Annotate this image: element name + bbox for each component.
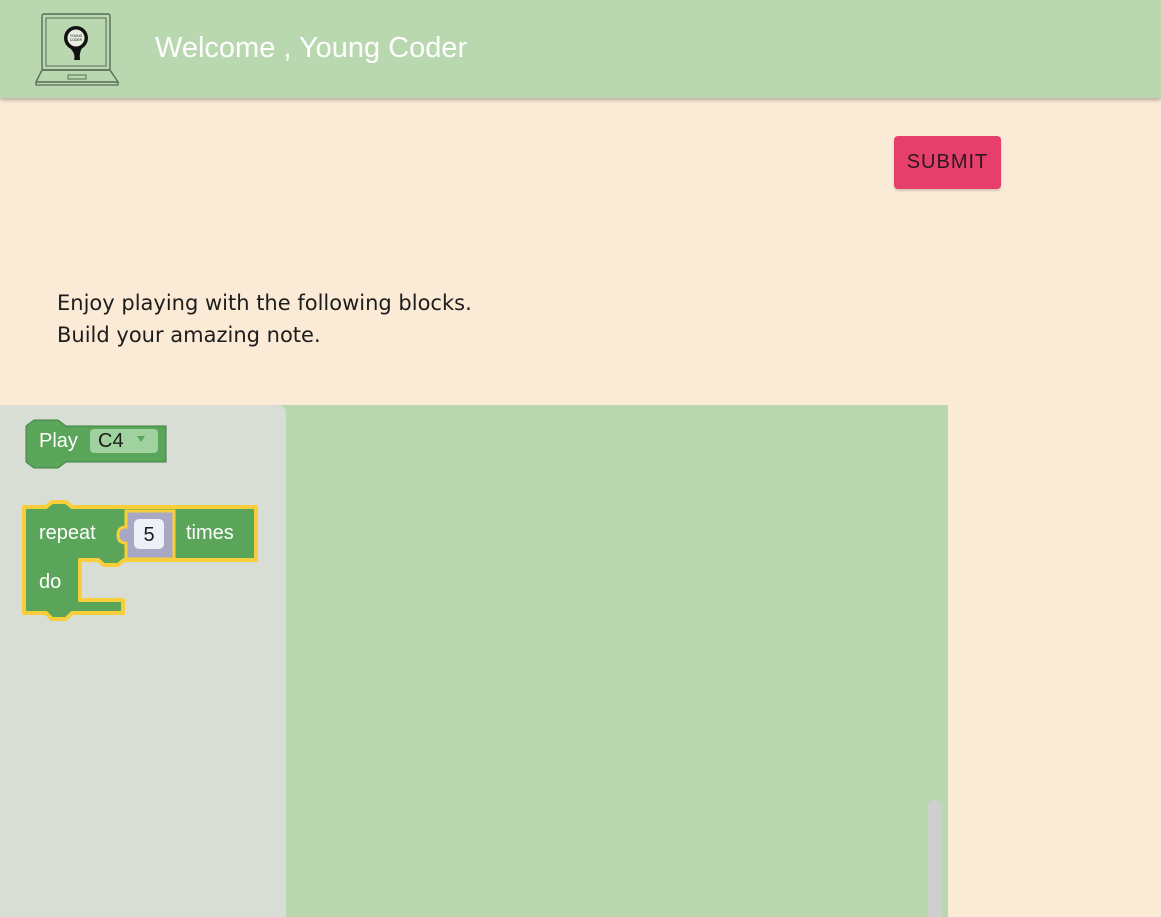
play-block-label: Play [39,430,78,452]
submit-button[interactable]: SUBMIT [894,136,1001,189]
do-label: do [39,571,61,593]
repeat-block-label: repeat [39,522,96,544]
times-label: times [186,522,234,544]
block-toolbox: Play C4 repeat 5 times do [0,405,286,917]
app-header: YOUNG CODER Welcome , Young Coder [0,0,1161,98]
repeat-count-input[interactable]: 5 [116,509,176,561]
workspace-scrollbar[interactable] [928,800,942,917]
repeat-block[interactable]: repeat 5 times do [22,500,258,621]
note-dropdown-value: C4 [98,430,124,452]
blockly-workspace[interactable]: Play C4 repeat 5 times do [0,405,948,917]
instructions-line-1: Enjoy playing with the following blocks. [57,291,472,315]
page-title: Welcome , Young Coder [155,32,468,64]
page: YOUNG CODER Welcome , Young Coder SUBMIT… [0,0,1161,917]
instructions-line-2: Build your amazing note. [57,323,321,347]
repeat-count-value: 5 [143,524,154,546]
svg-text:CODER: CODER [70,38,83,42]
toolbox-blocks: Play C4 repeat 5 times do [22,419,258,621]
note-dropdown[interactable]: C4 [90,429,158,453]
play-block[interactable]: Play C4 [25,419,167,469]
laptop-logo-icon: YOUNG CODER [34,13,120,86]
instructions-text: Enjoy playing with the following blocks.… [57,287,472,351]
